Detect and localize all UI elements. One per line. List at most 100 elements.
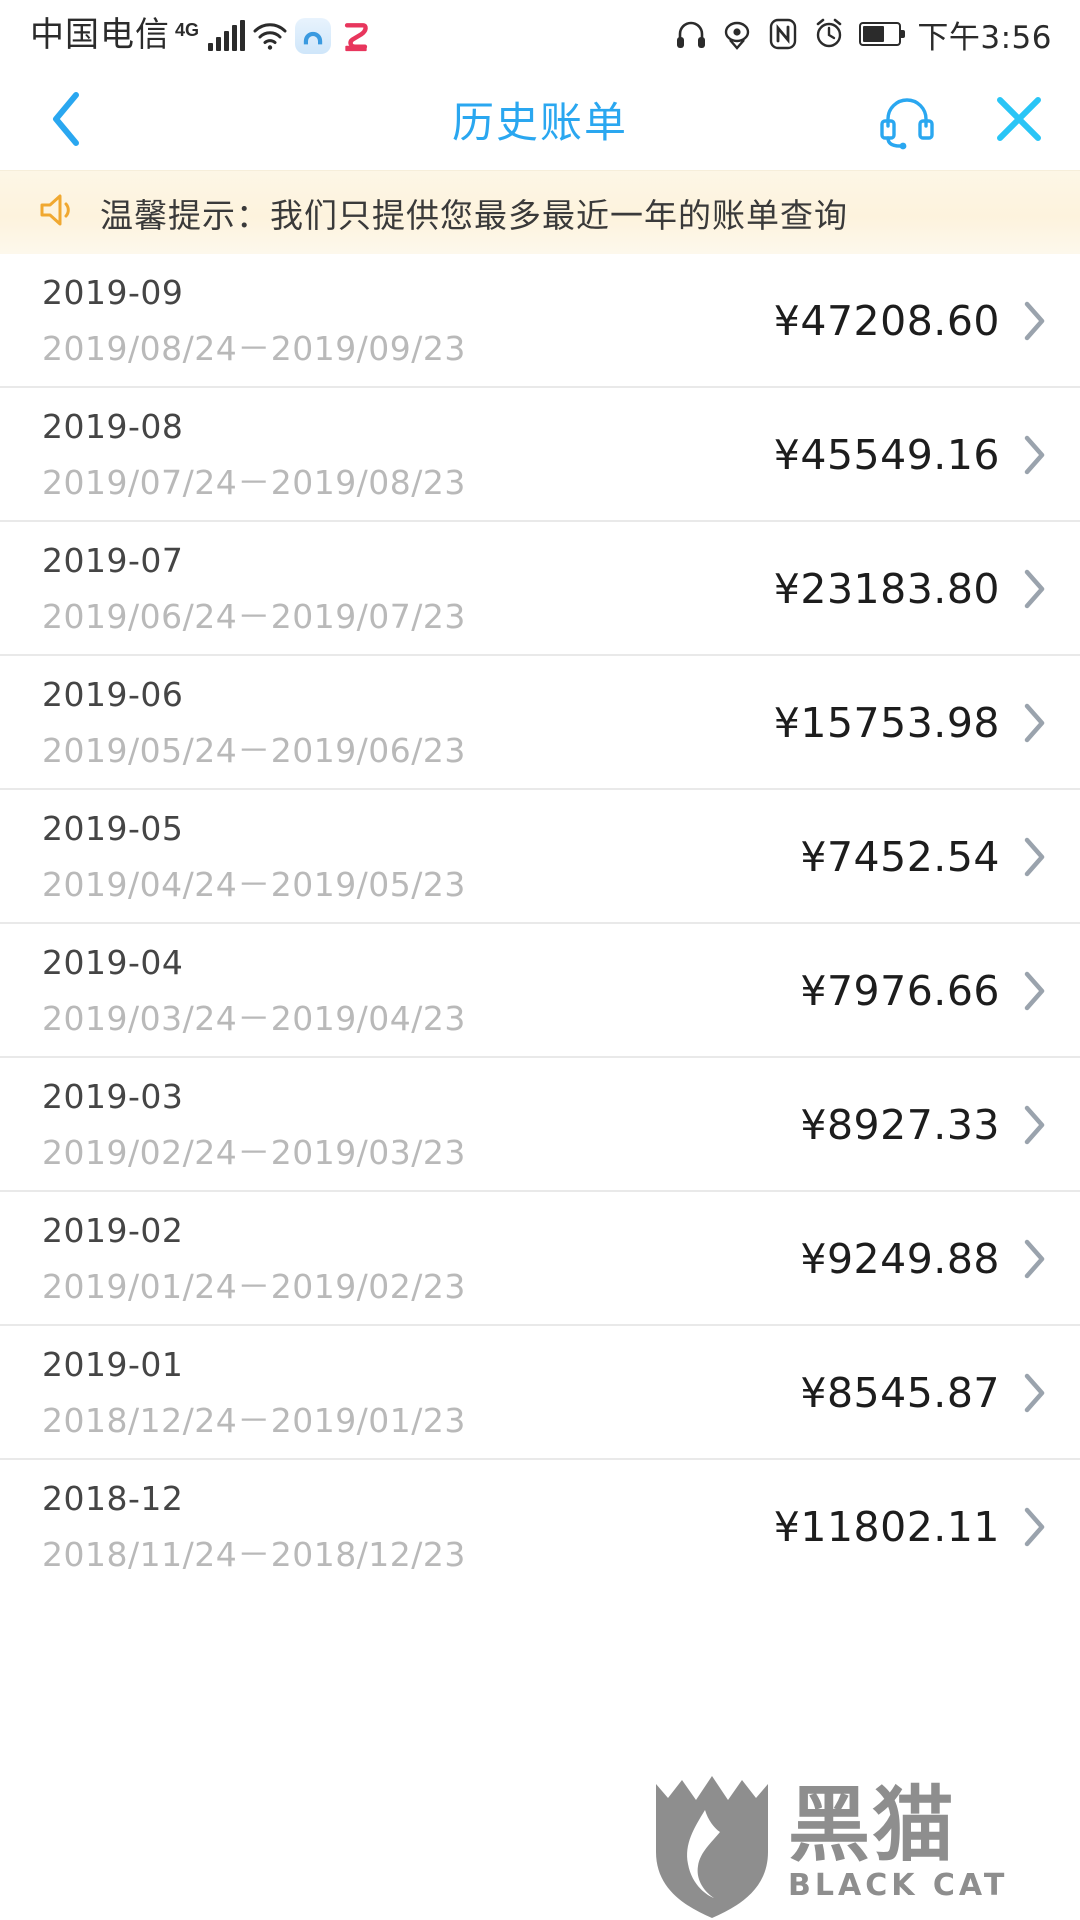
battery-icon	[859, 22, 906, 46]
bill-period: 2019-08 2019/07/24－2019/08/23	[42, 407, 466, 504]
alarm-clock-icon	[813, 18, 845, 50]
network-type-label: 4G	[175, 20, 200, 40]
status-bar-left: 中国电信 4G	[30, 15, 375, 55]
bill-month-label: 2019-02	[42, 1210, 184, 1250]
chevron-right-icon[interactable]	[1022, 433, 1048, 477]
bill-amount-group: ¥23183.80	[774, 565, 1048, 613]
notice-text: 温馨提示：我们只提供您最多最近一年的账单查询	[100, 195, 848, 235]
chevron-right-icon[interactable]	[1022, 1103, 1048, 1147]
bill-month-label: 2019-07	[42, 540, 184, 580]
table-row[interactable]: 2019-09 2019/08/24－2019/09/23 ¥47208.60	[0, 254, 1080, 388]
bill-month-label: 2019-06	[42, 674, 184, 714]
speaker-horn-icon	[34, 188, 78, 237]
chevron-right-icon[interactable]	[1022, 969, 1048, 1013]
table-row[interactable]: 2019-05 2019/04/24－2019/05/23 ¥7452.54	[0, 790, 1080, 924]
eye-care-icon	[721, 18, 753, 50]
headset-icon	[880, 98, 934, 150]
bill-amount-label: ¥47208.60	[773, 297, 1000, 345]
table-row[interactable]: 2019-02 2019/01/24－2019/02/23 ¥9249.88	[0, 1192, 1080, 1326]
wifi-icon	[252, 21, 288, 51]
phone-screen: 中国电信 4G 下午3:56 历史账单 温馨提示：我们只提供您最多最近一年的账单…	[0, 0, 1080, 1920]
table-row[interactable]: 2019-07 2019/06/24－2019/07/23 ¥23183.80	[0, 522, 1080, 656]
watermark: 黑猫 BLACK CAT	[642, 1770, 1072, 1920]
bill-range-label: 2018/11/24－2018/12/23	[42, 1534, 466, 1574]
status-bar: 中国电信 4G 下午3:56	[0, 0, 1080, 68]
bill-month-label: 2018-12	[42, 1478, 184, 1518]
chevron-right-icon[interactable]	[1022, 1237, 1048, 1281]
bill-amount-label: ¥23183.80	[773, 565, 1000, 613]
watermark-text: 黑猫 BLACK CAT	[788, 1777, 1009, 1904]
bill-amount-label: ¥9249.88	[800, 1235, 1000, 1283]
status-bar-right: 下午3:56	[675, 12, 1052, 57]
bill-period: 2019-02 2019/01/24－2019/02/23	[42, 1211, 466, 1308]
bill-amount-group: ¥8927.33	[800, 1101, 1048, 1149]
nfc-icon	[767, 18, 799, 50]
bill-month-label: 2019-05	[42, 808, 184, 848]
bill-amount-label: ¥7452.54	[800, 833, 1000, 881]
bill-range-label: 2019/01/24－2019/02/23	[42, 1266, 466, 1306]
bill-month-label: 2019-03	[42, 1076, 184, 1116]
bill-period: 2019-01 2018/12/24－2019/01/23	[42, 1345, 466, 1442]
bill-amount-group: ¥11802.11	[774, 1503, 1048, 1551]
table-row[interactable]: 2019-01 2018/12/24－2019/01/23 ¥8545.87	[0, 1326, 1080, 1460]
nav-actions	[876, 88, 1050, 150]
bill-range-label: 2019/08/24－2019/09/23	[42, 328, 466, 368]
watermark-en-label: BLACK CAT	[788, 1868, 1009, 1904]
bill-month-label: 2019-08	[42, 406, 184, 446]
bill-amount-group: ¥47208.60	[774, 297, 1048, 345]
bill-amount-label: ¥8545.87	[800, 1369, 1000, 1417]
chevron-right-icon[interactable]	[1022, 1371, 1048, 1415]
bill-month-label: 2019-01	[42, 1344, 184, 1384]
close-icon	[997, 97, 1041, 141]
bill-month-label: 2019-04	[42, 942, 184, 982]
black-cat-shield-icon	[642, 1770, 782, 1920]
bill-range-label: 2018/12/24－2019/01/23	[42, 1400, 466, 1440]
app-badge-icon	[295, 18, 332, 54]
chevron-right-icon[interactable]	[1022, 835, 1048, 879]
youku-app-icon	[338, 18, 375, 54]
chevron-right-icon[interactable]	[1022, 299, 1048, 343]
back-button[interactable]	[38, 89, 98, 149]
bill-amount-group: ¥9249.88	[800, 1235, 1048, 1283]
bill-amount-label: ¥8927.33	[800, 1101, 1000, 1149]
bill-amount-label: ¥7976.66	[800, 967, 1000, 1015]
nav-bar: 历史账单	[0, 68, 1080, 170]
bill-range-label: 2019/02/24－2019/03/23	[42, 1132, 466, 1172]
bill-period: 2019-06 2019/05/24－2019/06/23	[42, 675, 466, 772]
bill-range-label: 2019/04/24－2019/05/23	[42, 864, 466, 904]
clock-label: 下午3:56	[917, 19, 1052, 56]
chevron-left-icon	[53, 92, 79, 146]
bill-amount-group: ¥45549.16	[774, 431, 1048, 479]
chevron-right-icon[interactable]	[1022, 567, 1048, 611]
bill-amount-label: ¥45549.16	[773, 431, 1000, 479]
table-row[interactable]: 2019-04 2019/03/24－2019/04/23 ¥7976.66	[0, 924, 1080, 1058]
bill-amount-group: ¥7976.66	[800, 967, 1048, 1015]
bill-period: 2019-03 2019/02/24－2019/03/23	[42, 1077, 466, 1174]
bill-list[interactable]: 2019-09 2019/08/24－2019/09/23 ¥47208.60 201…	[0, 254, 1080, 1594]
bill-amount-group: ¥7452.54	[800, 833, 1048, 881]
table-row[interactable]: 2019-08 2019/07/24－2019/08/23 ¥45549.16	[0, 388, 1080, 522]
bill-amount-label: ¥15753.98	[773, 699, 1000, 747]
table-row[interactable]: 2019-06 2019/05/24－2019/06/23 ¥15753.98	[0, 656, 1080, 790]
bill-range-label: 2019/03/24－2019/04/23	[42, 998, 466, 1038]
signal-bars-icon	[208, 20, 246, 51]
bill-range-label: 2019/05/24－2019/06/23	[42, 730, 466, 770]
bill-amount-label: ¥11802.11	[773, 1503, 1000, 1551]
chevron-right-icon[interactable]	[1022, 1505, 1048, 1549]
table-row[interactable]: 2018-12 2018/11/24－2018/12/23 ¥11802.11	[0, 1460, 1080, 1594]
table-row[interactable]: 2019-03 2019/02/24－2019/03/23 ¥8927.33	[0, 1058, 1080, 1192]
bill-amount-group: ¥8545.87	[800, 1369, 1048, 1417]
bill-period: 2019-09 2019/08/24－2019/09/23	[42, 273, 466, 370]
close-button[interactable]	[988, 88, 1050, 150]
carrier-label: 中国电信	[30, 15, 170, 55]
bill-month-label: 2019-09	[42, 272, 184, 312]
watermark-cn-label: 黑猫	[788, 1777, 957, 1873]
bill-period: 2019-04 2019/03/24－2019/04/23	[42, 943, 466, 1040]
bill-period: 2019-07 2019/06/24－2019/07/23	[42, 541, 466, 638]
bill-amount-group: ¥15753.98	[774, 699, 1048, 747]
chevron-right-icon[interactable]	[1022, 701, 1048, 745]
customer-service-button[interactable]	[876, 88, 938, 150]
bill-range-label: 2019/06/24－2019/07/23	[42, 596, 466, 636]
headset-icon	[675, 18, 707, 50]
bill-range-label: 2019/07/24－2019/08/23	[42, 462, 466, 502]
